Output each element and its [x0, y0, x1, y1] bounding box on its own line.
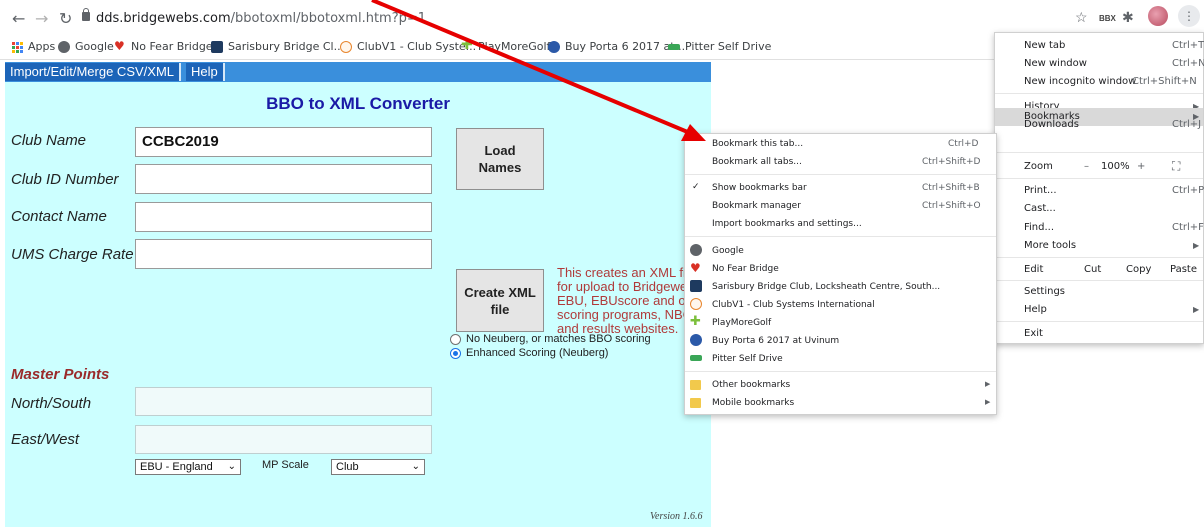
annotation-arrow-shaft [371, 0, 691, 135]
annotation-arrow [371, 0, 706, 141]
